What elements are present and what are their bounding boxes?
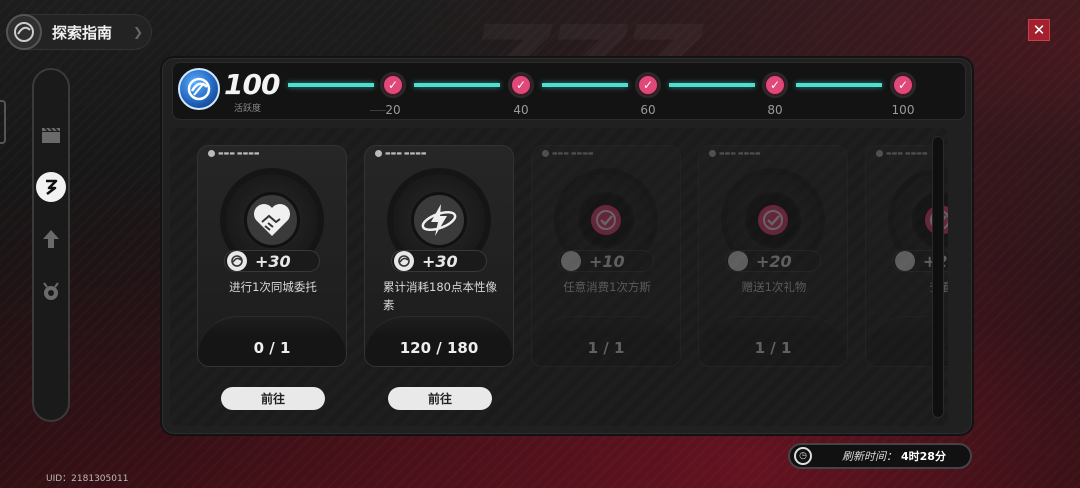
reward-value: +30 <box>422 251 458 271</box>
task-progress: 1 / 1 <box>587 339 625 357</box>
reward-pill: +20 <box>725 250 821 272</box>
activity-value: 100 <box>224 68 280 101</box>
card-tag: ▬▬▬ ▬▬▬▬ <box>876 150 928 157</box>
activity-icon <box>178 68 220 110</box>
task-description: 赠送1次礼物 <box>741 280 807 294</box>
milestone-label: 80 <box>767 103 783 117</box>
card-tag: ▬▬▬ ▬▬▬▬ <box>542 150 594 157</box>
completed-check-icon <box>578 192 634 248</box>
nav-item-explore[interactable] <box>36 172 66 202</box>
milestone-label: 60 <box>640 103 656 117</box>
close-button[interactable]: ✕ <box>1028 19 1050 41</box>
track-segment <box>669 83 755 87</box>
track-segment <box>542 83 628 87</box>
user-id: UID：2181305011 <box>46 474 129 484</box>
check-icon: ✓ <box>897 78 909 92</box>
task-description: 任意消费1次方斯 <box>563 280 651 294</box>
chevron-right-icon: ❯ <box>132 25 143 39</box>
go-button[interactable]: 前往 <box>388 387 492 410</box>
refresh-label: 刷新时间： <box>842 450 897 463</box>
track-segment <box>414 83 500 87</box>
task-card[interactable]: ▬▬▬ ▬▬▬▬ +30 进行1次同城委托 0 / 1 <box>197 145 347 367</box>
track-segment <box>796 83 882 87</box>
task-description: 累计消耗180点本性像素 <box>383 280 497 312</box>
task-list: ▬▬▬ ▬▬▬▬ +30 进行1次同城委托 0 / 1 ▬▬▬ ▬▬▬▬ +30… <box>170 128 948 426</box>
reward-value: +10 <box>589 251 625 271</box>
task-card[interactable]: ▬▬▬ ▬▬▬▬ +30 累计消耗180点本性像素 120 / 180 <box>364 145 514 367</box>
milestone-label: 20 <box>385 103 401 117</box>
activity-point-icon <box>895 251 915 271</box>
task-list-scrollbar[interactable] <box>932 136 944 418</box>
milestone-reward-100[interactable]: ✓ <box>892 74 914 96</box>
bangboo-icon <box>43 282 59 300</box>
go-button[interactable]: 前往 <box>221 387 325 410</box>
card-tag: ▬▬▬ ▬▬▬▬ <box>208 150 260 157</box>
nav-item-bangboo[interactable] <box>36 276 66 306</box>
activity-point-icon <box>227 251 247 271</box>
card-tag: ▬▬▬ ▬▬▬▬ <box>709 150 761 157</box>
activity-track <box>288 83 888 87</box>
check-icon: ✓ <box>515 78 527 92</box>
task-card-completed: ▬▬▬ ▬▬▬▬ +20 赠送1次礼物 1 / 1 <box>698 145 848 367</box>
side-nav <box>32 68 70 422</box>
nav-item-upgrade[interactable] <box>36 224 66 254</box>
lightning-ring-icon <box>411 192 467 248</box>
activity-point-icon <box>728 251 748 271</box>
reward-value: +30 <box>255 251 291 271</box>
activity-point-icon <box>394 251 414 271</box>
card-tag: ▬▬▬ ▬▬▬▬ <box>375 150 427 157</box>
handshake-icon <box>244 192 300 248</box>
task-card-completed: ▬▬▬ ▬▬▬▬ +10 任意消费1次方斯 1 / 1 <box>531 145 681 367</box>
completed-check-icon <box>745 192 801 248</box>
page-header[interactable]: 探索指南 ❯ <box>6 14 152 50</box>
milestone-reward-80[interactable]: ✓ <box>764 74 786 96</box>
task-progress: 120 / 180 <box>399 339 479 357</box>
runner-icon <box>46 179 58 196</box>
arrow-up-icon <box>43 230 59 248</box>
activity-point-icon <box>561 251 581 271</box>
milestone-reward-40[interactable]: ✓ <box>510 74 532 96</box>
clock-icon: ◷ <box>794 447 812 465</box>
reward-value: +20 <box>756 251 792 271</box>
check-icon: ✓ <box>769 78 781 92</box>
close-icon: ✕ <box>1032 20 1046 39</box>
check-icon: ✓ <box>642 78 654 92</box>
milestone-reward-20[interactable]: ✓ <box>382 74 404 96</box>
activity-label: 活跃度 <box>234 104 262 114</box>
reward-pill: +10 <box>558 250 654 272</box>
reward-pill: +30 <box>391 250 487 272</box>
side-edge-tab[interactable] <box>0 100 6 144</box>
refresh-timer: ◷ 刷新时间： 4时28分 <box>788 443 972 469</box>
milestone-label: 100 <box>891 103 915 117</box>
reward-pill: +30 <box>224 250 320 272</box>
header-logo-icon <box>6 14 42 50</box>
activity-progress-bar <box>172 62 966 120</box>
nav-item-clapper[interactable] <box>36 120 66 150</box>
task-progress: 1 / 1 <box>754 339 792 357</box>
check-icon: ✓ <box>387 78 399 92</box>
clapper-icon <box>42 127 60 143</box>
milestone-reward-60[interactable]: ✓ <box>637 74 659 96</box>
page-title: 探索指南 <box>52 23 113 42</box>
refresh-time: 4时28分 <box>901 450 946 463</box>
task-description: 进行1次同城委托 <box>229 280 317 294</box>
task-progress: 0 / 1 <box>253 339 291 357</box>
track-segment <box>288 83 374 87</box>
milestone-label: 40 <box>513 103 529 117</box>
